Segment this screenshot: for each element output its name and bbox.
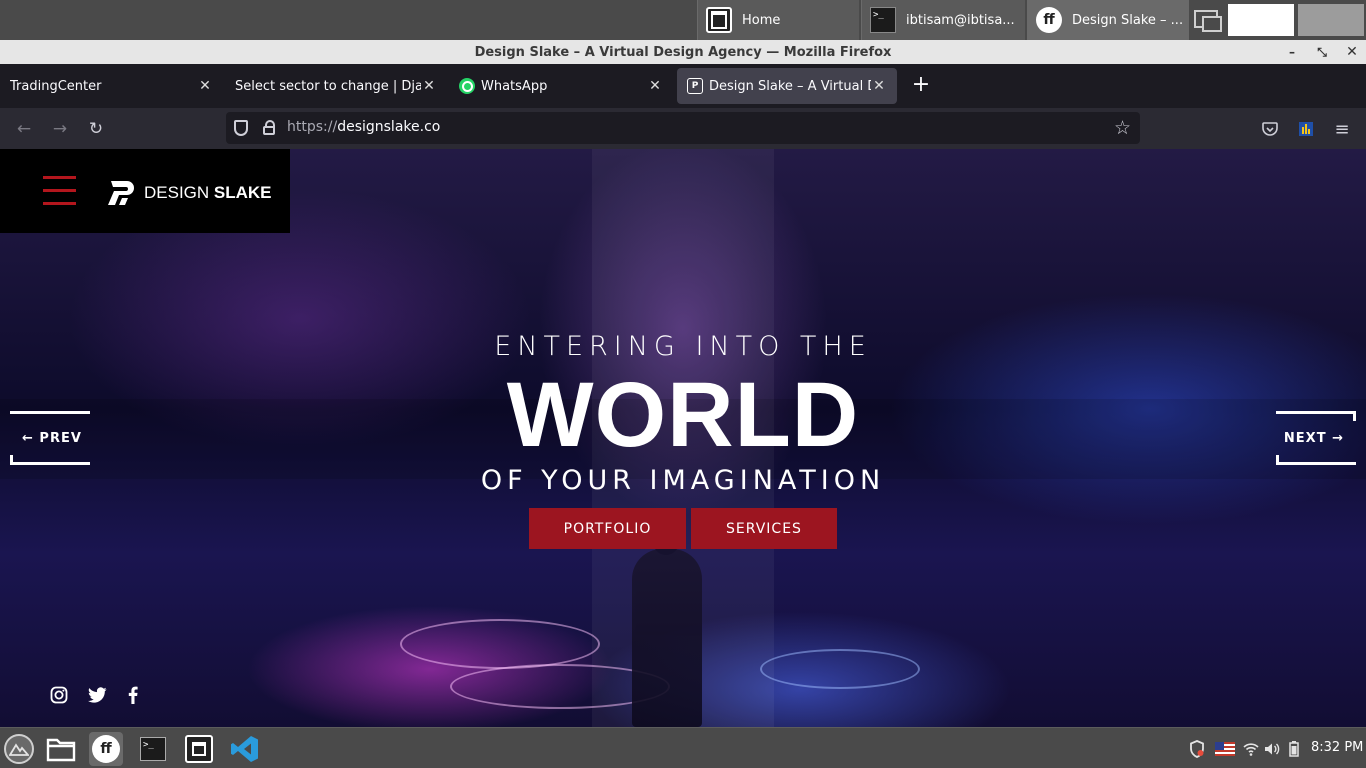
portfolio-button[interactable]: PORTFOLIO (529, 508, 686, 549)
window-titlebar: Design Slake – A Virtual Design Agency —… (0, 40, 1366, 64)
firefox-icon[interactable]: ff (89, 732, 123, 766)
water-ripple (400, 619, 600, 669)
prev-label: ← PREV (22, 430, 82, 446)
window-title: Design Slake – A Virtual Design Agency —… (474, 44, 892, 60)
tab-django-admin[interactable]: Select sector to change | Django site ad… (225, 68, 447, 104)
workspace-2[interactable] (1298, 4, 1364, 36)
wifi-icon[interactable] (1242, 739, 1260, 759)
water-ripple (760, 649, 920, 689)
tracking-shield-icon[interactable] (234, 120, 248, 136)
close-tab-icon[interactable]: ✕ (421, 78, 437, 94)
extension-chart-icon[interactable] (1292, 115, 1320, 143)
url-host: designslake.co (337, 119, 441, 135)
header-logo-bar: DESIGN SLAKE (0, 149, 290, 233)
tab-title: Select sector to change | Django site ad… (235, 78, 421, 94)
bottom-taskbar: ff >_ 8:32 PM (0, 727, 1366, 768)
nav-bar: ← → ↻ https://designslake.co ☆ ≡ (0, 108, 1366, 149)
terminal-icon[interactable]: >_ (136, 732, 170, 766)
back-arrow-icon[interactable]: ← (10, 115, 38, 143)
url-text[interactable]: https://designslake.co (287, 119, 440, 135)
next-label: NEXT → (1283, 430, 1344, 446)
tab-design-slake[interactable]: P Design Slake – A Virtual Design Agency… (677, 68, 897, 104)
web-content: DESIGN SLAKE ENTERING INTO THE WORLD OF … (0, 149, 1366, 727)
new-tab-button[interactable]: + (910, 74, 932, 96)
url-bar[interactable]: https://designslake.co ☆ (226, 112, 1140, 144)
files-icon (706, 7, 732, 33)
us-flag-icon[interactable] (1214, 739, 1236, 759)
close-tab-icon[interactable]: ✕ (647, 78, 663, 94)
volume-icon[interactable] (1263, 739, 1281, 759)
task-home-label: Home (742, 12, 781, 28)
logo-light-text: DESIGN (144, 183, 214, 202)
close-tab-icon[interactable]: ✕ (197, 78, 213, 94)
pocket-icon[interactable] (1256, 115, 1284, 143)
tab-title: WhatsApp (481, 78, 548, 94)
hero-line-1: ENTERING INTO THE (494, 331, 872, 362)
site-logo-text[interactable]: DESIGN SLAKE (144, 183, 272, 203)
facebook-icon[interactable] (122, 684, 144, 706)
reload-icon[interactable]: ↻ (82, 115, 110, 143)
workspace-switcher-icon[interactable] (1192, 8, 1222, 32)
shield-icon[interactable] (1187, 739, 1207, 759)
files-icon[interactable] (182, 732, 216, 766)
lock-icon[interactable] (263, 120, 275, 135)
design-slake-icon: P (687, 78, 703, 94)
minimize-icon[interactable]: – (1280, 40, 1304, 64)
instagram-icon[interactable] (48, 684, 70, 706)
vscode-icon[interactable] (228, 732, 262, 766)
task-firefox[interactable]: ff Design Slake – ... (1027, 0, 1189, 40)
design-slake-logo-icon[interactable] (105, 178, 137, 208)
task-terminal-label: ibtisam@ibtisa... (906, 12, 1015, 28)
prev-slide-button[interactable]: ← PREV (10, 411, 90, 465)
forward-arrow-icon[interactable]: → (46, 115, 74, 143)
tab-title: Design Slake – A Virtual Design Agency (709, 78, 871, 94)
tab-whatsapp[interactable]: WhatsApp ✕ (449, 68, 673, 104)
whatsapp-icon (459, 78, 475, 94)
close-window-icon[interactable]: ✕ (1340, 40, 1364, 64)
terminal-icon: >_ (870, 7, 896, 33)
hero-headline: WORLD (506, 364, 860, 466)
tab-tradingcenter[interactable]: TradingCenter ✕ (0, 68, 223, 104)
workspace-1[interactable] (1228, 4, 1294, 36)
twitter-icon[interactable] (86, 684, 108, 706)
tab-strip: TradingCenter ✕ Select sector to change … (0, 64, 1366, 108)
services-button[interactable]: SERVICES (691, 508, 837, 549)
close-tab-icon[interactable]: ✕ (871, 78, 887, 94)
logo-bold-text: SLAKE (213, 183, 272, 202)
hero-line-3: OF YOUR IMAGINATION (480, 465, 886, 496)
firefox-icon: ff (1036, 7, 1062, 33)
site-menu-icon[interactable] (43, 176, 76, 206)
clock[interactable]: 8:32 PM (1311, 740, 1363, 755)
maximize-icon[interactable]: ⤡ (1310, 40, 1334, 64)
task-firefox-label: Design Slake – ... (1072, 12, 1184, 28)
bookmark-star-icon[interactable]: ☆ (1114, 117, 1131, 139)
folder-icon[interactable] (44, 732, 78, 766)
hamburger-menu-icon[interactable]: ≡ (1328, 115, 1356, 143)
battery-icon[interactable] (1287, 739, 1301, 759)
next-slide-button[interactable]: NEXT → (1276, 411, 1356, 465)
top-panel: Home >_ ibtisam@ibtisa... ff Design Slak… (0, 0, 1366, 40)
tab-title: TradingCenter (10, 78, 102, 94)
menu-launcher-icon[interactable] (4, 734, 34, 764)
task-terminal[interactable]: >_ ibtisam@ibtisa... (861, 0, 1025, 40)
url-scheme: https:// (287, 119, 338, 135)
task-home[interactable]: Home (697, 0, 859, 40)
hero-person-silhouette (632, 523, 702, 727)
